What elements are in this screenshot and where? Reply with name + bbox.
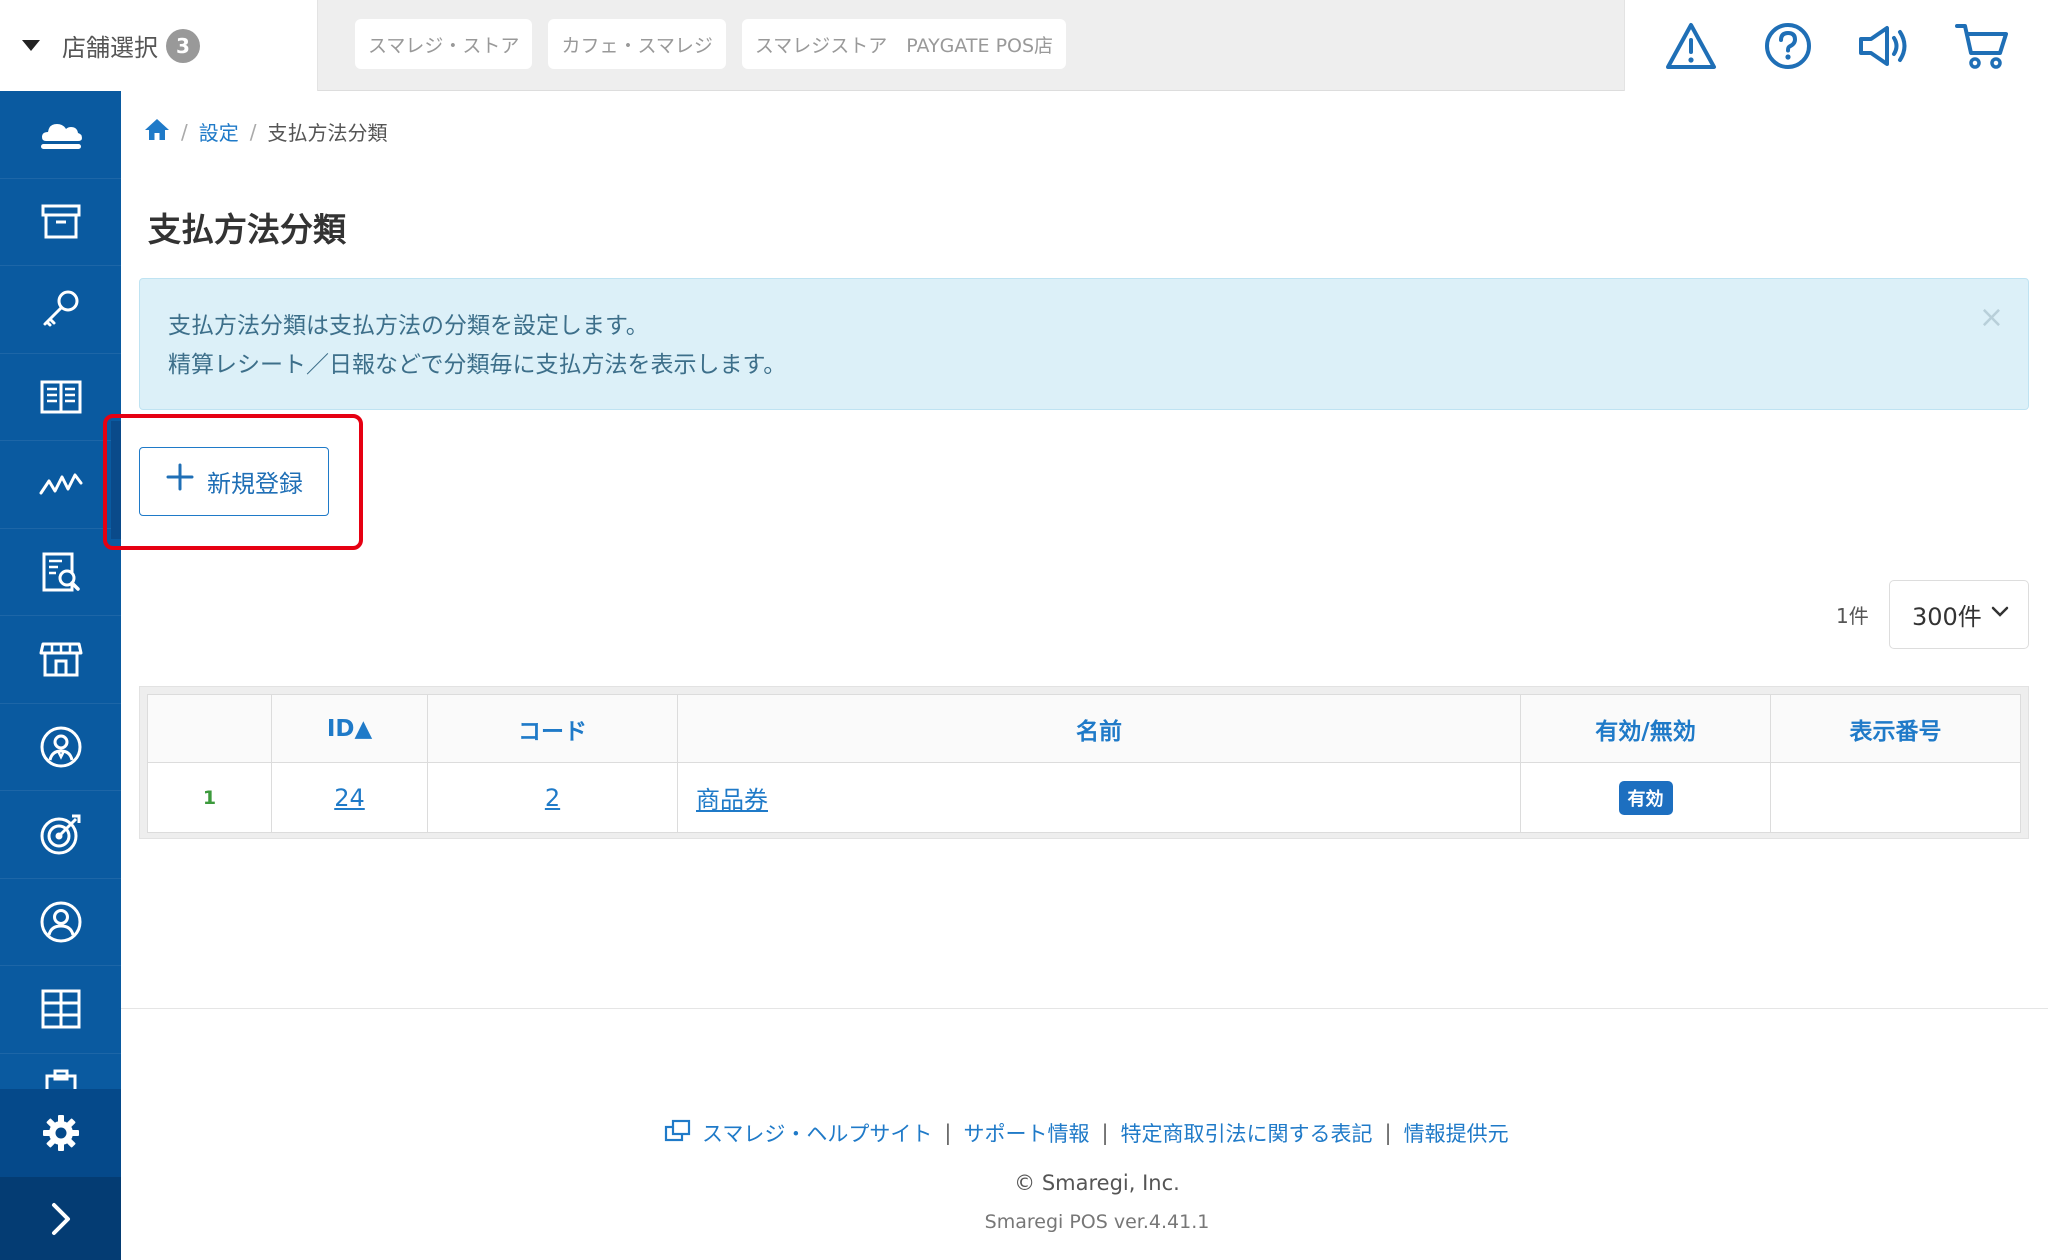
store-tabs: スマレジ・ストア カフェ・スマレジ スマレジストア PAYGATE POS店 <box>355 19 1067 69</box>
store-tab[interactable]: カフェ・スマレジ <box>548 19 726 69</box>
column-header-id[interactable]: ID▲ <box>271 694 428 763</box>
breadcrumb: / 設定 / 支払方法分類 <box>144 117 388 146</box>
gear-icon <box>42 1115 79 1151</box>
footer-support-link[interactable]: サポート情報 <box>963 1118 1089 1148</box>
result-count: 1件 <box>1836 604 1869 628</box>
book-icon <box>40 380 81 414</box>
column-header-name[interactable]: 名前 <box>677 694 1521 763</box>
report-icon <box>42 552 80 592</box>
footer-separator: | <box>944 1121 952 1145</box>
staff-icon <box>40 726 81 768</box>
store-count-badge: 3 <box>166 28 200 63</box>
info-text-line-2: 精算レシート／日報などで分類毎に支払方法を表示します。 <box>168 352 787 378</box>
key-icon <box>43 290 78 327</box>
sidebar-item-clipboard[interactable] <box>0 1054 121 1094</box>
plus-icon <box>165 462 195 499</box>
sidebar-item-store[interactable] <box>0 616 121 704</box>
sidebar-settings-button[interactable] <box>0 1089 121 1177</box>
footer-divider <box>121 1008 2048 1009</box>
row-id-link[interactable]: 24 <box>334 784 365 812</box>
sidebar-item-cloud[interactable] <box>0 91 121 179</box>
sidebar <box>0 91 121 1260</box>
store-tab[interactable]: スマレジ・ストア <box>355 19 533 69</box>
external-link-icon <box>664 1119 692 1148</box>
row-code-cell: 2 <box>427 762 678 833</box>
announcement-icon[interactable] <box>1857 18 1913 74</box>
footer-law-link[interactable]: 特定商取引法に関する表記 <box>1121 1118 1373 1148</box>
new-registration-label: 新規登録 <box>207 470 303 498</box>
customer-icon <box>40 901 81 943</box>
row-name-link[interactable]: 商品券 <box>696 786 768 814</box>
info-alert: 支払方法分類は支払方法の分類を設定します。 精算レシート／日報などで分類毎に支払… <box>139 278 2029 410</box>
version-text: Smaregi POS ver.4.41.1 <box>984 1211 1210 1233</box>
chevron-down-icon <box>1991 606 2009 617</box>
payment-category-table-container: ID▲ コード 名前 有効/無効 表示番号 1 24 2 商品券 有効 <box>139 686 2029 839</box>
cloud-icon <box>40 124 82 150</box>
sidebar-item-archive[interactable] <box>0 179 121 266</box>
column-header-display-number[interactable]: 表示番号 <box>1770 694 2021 763</box>
breadcrumb-current: 支払方法分類 <box>267 121 388 145</box>
sidebar-item-key[interactable] <box>0 266 121 354</box>
row-code-link[interactable]: 2 <box>545 784 560 812</box>
table-header-row: ID▲ コード 名前 有効/無効 表示番号 <box>147 694 2021 763</box>
help-icon[interactable] <box>1760 18 1816 74</box>
breadcrumb-settings-link[interactable]: 設定 <box>199 117 239 146</box>
payment-category-table: ID▲ コード 名前 有効/無効 表示番号 1 24 2 商品券 有効 <box>147 694 2021 833</box>
table-row: 1 24 2 商品券 有効 <box>147 762 2021 833</box>
per-page-select[interactable]: 300件 <box>1889 580 2029 649</box>
caret-down-icon <box>22 40 40 51</box>
sidebar-item-target[interactable] <box>0 791 121 879</box>
target-icon <box>40 814 80 855</box>
warning-icon[interactable] <box>1663 18 1719 74</box>
footer-separator: | <box>1101 1121 1109 1145</box>
per-page-value: 300件 <box>1912 603 1982 631</box>
analytics-icon <box>39 473 82 495</box>
sidebar-item-grid[interactable] <box>0 966 121 1054</box>
store-tab[interactable]: スマレジストア PAYGATE POS店 <box>741 19 1067 69</box>
footer-help-link[interactable]: スマレジ・ヘルプサイト <box>702 1118 932 1148</box>
breadcrumb-separator: / <box>181 119 188 144</box>
info-text-line-1: 支払方法分類は支払方法の分類を設定します。 <box>168 313 649 339</box>
store-select-label: 店舗選択 <box>62 34 158 62</box>
footer-links: スマレジ・ヘルプサイト | サポート情報 | 特定商取引法に関する表記 | 情報… <box>664 1118 1509 1148</box>
cart-icon[interactable] <box>1954 18 2010 74</box>
row-id-cell: 24 <box>271 762 428 833</box>
footer-separator: | <box>1384 1121 1392 1145</box>
copyright: © Smaregi, Inc. <box>1014 1171 1180 1195</box>
page-title: 支払方法分類 <box>148 210 346 249</box>
column-header-code[interactable]: コード <box>427 694 678 763</box>
row-name-cell: 商品券 <box>677 762 1521 833</box>
archive-icon <box>41 204 80 239</box>
row-status-cell: 有効 <box>1520 762 1771 833</box>
store-icon <box>39 642 82 677</box>
column-header-status[interactable]: 有効/無効 <box>1520 694 1771 763</box>
top-icon-group <box>1624 0 2048 91</box>
home-icon[interactable] <box>144 117 170 146</box>
store-select-dropdown[interactable]: 店舗選択 3 <box>0 0 318 91</box>
sidebar-item-customer[interactable] <box>0 879 121 966</box>
footer-provider-link[interactable]: 情報提供元 <box>1404 1118 1509 1148</box>
breadcrumb-separator: / <box>249 119 257 144</box>
status-badge: 有効 <box>1618 780 1673 815</box>
row-number: 1 <box>147 762 272 833</box>
sidebar-item-staff[interactable] <box>0 704 121 791</box>
close-icon[interactable]: × <box>1979 303 2004 333</box>
row-display-number-cell <box>1770 762 2021 833</box>
grid-icon <box>41 989 80 1029</box>
column-header-rownum <box>147 694 272 763</box>
top-bar: 店舗選択 3 スマレジ・ストア カフェ・スマレジ スマレジストア PAYGATE… <box>0 0 2048 91</box>
new-registration-button[interactable]: 新規登録 <box>139 447 329 516</box>
